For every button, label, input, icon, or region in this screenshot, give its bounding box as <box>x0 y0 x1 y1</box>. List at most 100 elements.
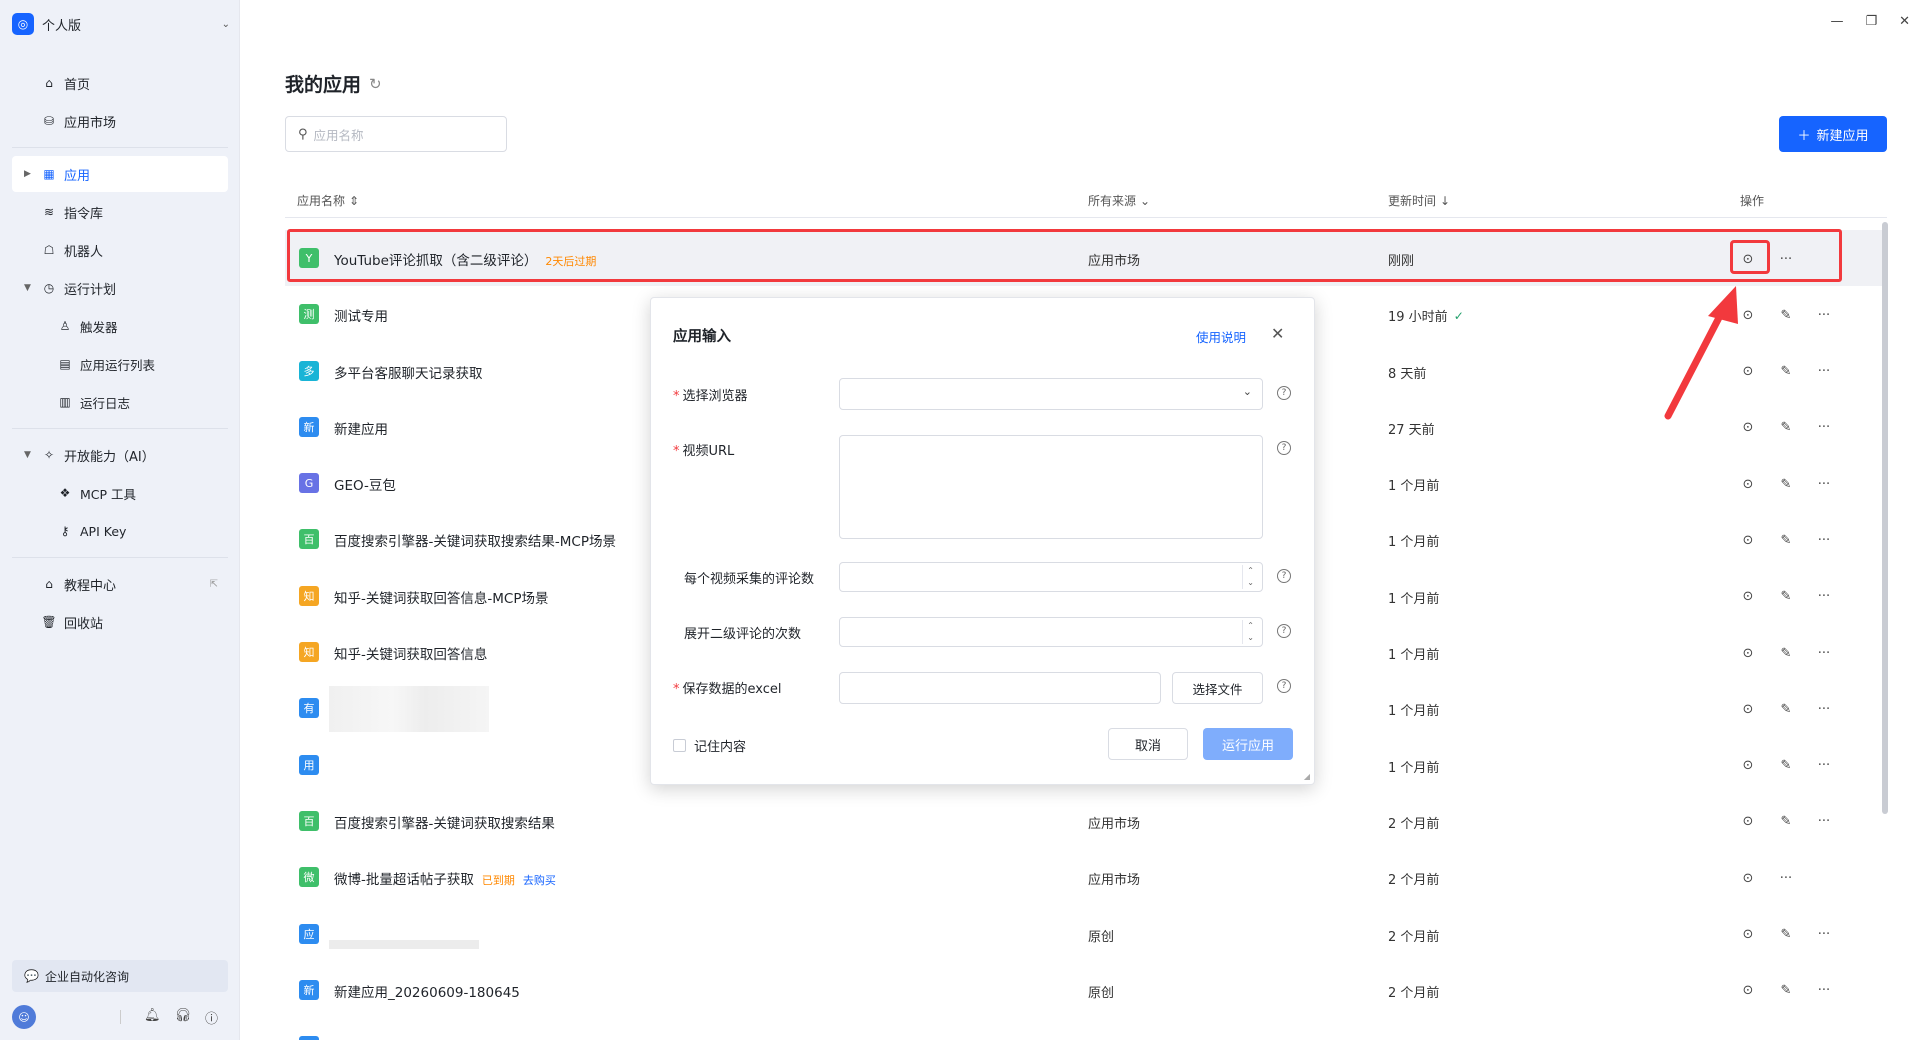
choose-file-button[interactable]: 选择文件 <box>1172 672 1263 704</box>
app-name[interactable]: 百度搜索引擎器-关键词获取搜索结果 <box>334 812 555 832</box>
column-name[interactable]: 应用名称 ⇕ <box>297 192 359 209</box>
app-name[interactable]: GEO-豆包 <box>334 474 396 494</box>
sidebar-item-api-key[interactable]: ⚷ API Key <box>12 513 228 549</box>
more-icon[interactable]: ··· <box>1775 867 1797 889</box>
sidebar-item-tutorials[interactable]: ⌂ 教程中心 ⇱ <box>12 566 228 602</box>
stepper-arrows-icon[interactable]: ⌃ ⌄ <box>1242 565 1254 589</box>
run-app-button[interactable]: 运行应用 <box>1203 728 1293 760</box>
column-updated[interactable]: 更新时间 ↓ <box>1388 192 1450 209</box>
more-icon[interactable]: ··· <box>1813 698 1835 720</box>
play-icon[interactable]: ⊙ <box>1737 1036 1759 1040</box>
sidebar-item-market[interactable]: ⛁ 应用市场 <box>12 103 228 139</box>
play-icon[interactable]: ⊙ <box>1737 586 1759 608</box>
search-input[interactable]: ⚲ 应用名称 <box>285 116 507 152</box>
more-icon[interactable]: ··· <box>1813 642 1835 664</box>
usage-guide-link[interactable]: 使用说明 <box>1196 327 1246 346</box>
app-name[interactable]: 百度搜索引擎器-关键词获取搜索结果-MCP场景 <box>334 530 616 550</box>
table-row[interactable]: 应 原创 2 个月前 ⊙ ✎ ··· <box>285 906 1887 962</box>
more-icon[interactable]: ··· <box>1813 1036 1835 1040</box>
comment-count-stepper[interactable]: ⌃ ⌄ <box>839 562 1263 592</box>
edit-icon[interactable]: ✎ <box>1775 642 1797 664</box>
sidebar-item-trash[interactable]: 🗑 回收站 <box>12 604 228 640</box>
edit-icon[interactable]: ✎ <box>1775 1036 1797 1040</box>
help-icon[interactable]: ? <box>1277 441 1291 455</box>
help-icon[interactable]: ? <box>1277 679 1291 693</box>
play-icon[interactable]: ⊙ <box>1737 642 1759 664</box>
help-icon[interactable]: ? <box>1277 624 1291 638</box>
checkbox[interactable] <box>673 739 686 752</box>
play-icon[interactable]: ⊙ <box>1737 755 1759 777</box>
app-name[interactable]: YouTube评论抓取（含二级评论） 2天后过期 <box>334 249 596 269</box>
table-row[interactable]: 新新建应用_20260528-102203原创3 个月前⊙✎··· <box>285 1018 1887 1040</box>
edit-icon[interactable]: ✎ <box>1775 361 1797 383</box>
headset-icon[interactable]: 🎧︎ <box>174 1008 191 1027</box>
sidebar-item-robots[interactable]: ☖ 机器人 <box>12 232 228 268</box>
more-icon[interactable]: ··· <box>1813 586 1835 608</box>
play-icon[interactable]: ⊙ <box>1737 698 1759 720</box>
sidebar-item-run-logs[interactable]: ▥ 运行日志 <box>12 384 228 420</box>
sidebar-item-run-list[interactable]: ▤ 应用运行列表 <box>12 346 228 382</box>
app-name[interactable]: 知乎-关键词获取回答信息 <box>334 643 487 663</box>
buy-link[interactable]: 去购买 <box>523 874 556 887</box>
browser-select[interactable]: ⌄ <box>839 378 1263 410</box>
app-name[interactable]: 新建应用 <box>334 418 388 438</box>
restore-icon[interactable]: ❐ <box>1865 14 1877 29</box>
table-row[interactable]: 新新建应用_20260609-180645 原创 2 个月前 ⊙ ✎ ··· <box>285 962 1887 1018</box>
edit-icon[interactable]: ✎ <box>1775 980 1797 1002</box>
edit-icon[interactable]: ✎ <box>1775 417 1797 439</box>
workspace-switcher[interactable]: ◎ 个人版 ⌄ <box>12 12 230 36</box>
cancel-button[interactable]: 取消 <box>1108 728 1188 760</box>
sidebar-item-mcp[interactable]: ❖ MCP 工具 <box>12 475 228 511</box>
play-icon[interactable]: ⊙ <box>1737 980 1759 1002</box>
close-icon[interactable]: ✕ <box>1271 324 1284 343</box>
video-url-textarea[interactable] <box>839 435 1263 539</box>
table-row[interactable]: Y YouTube评论抓取（含二级评论） 2天后过期 应用市场 刚刚 ⊙ ··· <box>285 230 1887 287</box>
close-icon[interactable]: ✕ <box>1899 14 1910 29</box>
help-icon[interactable]: ? <box>1277 386 1291 400</box>
help-icon[interactable]: ? <box>1277 569 1291 583</box>
app-name[interactable]: 新建应用_20260609-180645 <box>334 981 520 1001</box>
more-icon[interactable]: ··· <box>1775 248 1797 270</box>
more-icon[interactable]: ··· <box>1813 473 1835 495</box>
refresh-icon[interactable]: ↻ <box>369 75 382 93</box>
avatar[interactable]: ☺ <box>12 1005 36 1029</box>
new-app-button[interactable]: ＋ 新建应用 <box>1779 116 1887 152</box>
play-icon[interactable]: ⊙ <box>1737 811 1759 833</box>
sidebar-item-schedule[interactable]: ▼ ◷ 运行计划 <box>12 270 228 306</box>
play-icon[interactable]: ⊙ <box>1737 473 1759 495</box>
help-icon[interactable]: ⓘ <box>205 1008 218 1027</box>
more-icon[interactable]: ··· <box>1813 755 1835 777</box>
excel-path-input[interactable] <box>839 672 1161 704</box>
sidebar-item-apps[interactable]: ▶ ▦ 应用 <box>12 156 228 192</box>
edit-icon[interactable]: ✎ <box>1775 811 1797 833</box>
resize-handle-icon[interactable]: ◢ <box>1304 772 1310 781</box>
minimize-icon[interactable]: — <box>1830 14 1843 29</box>
remember-checkbox[interactable]: 记住内容 <box>673 736 746 755</box>
stepper-arrows-icon[interactable]: ⌃ ⌄ <box>1242 620 1254 644</box>
table-row[interactable]: 百百度搜索引擎器-关键词获取搜索结果 应用市场 2 个月前 ⊙ ✎ ··· <box>285 793 1887 849</box>
more-icon[interactable]: ··· <box>1813 811 1835 833</box>
edit-icon[interactable]: ✎ <box>1775 473 1797 495</box>
edit-icon[interactable]: ✎ <box>1775 755 1797 777</box>
more-icon[interactable]: ··· <box>1813 924 1835 946</box>
play-icon[interactable]: ⊙ <box>1737 867 1759 889</box>
more-icon[interactable]: ··· <box>1813 417 1835 439</box>
app-name[interactable]: 知乎-关键词获取回答信息-MCP场景 <box>334 587 548 607</box>
edit-icon[interactable]: ✎ <box>1775 529 1797 551</box>
more-icon[interactable]: ··· <box>1813 529 1835 551</box>
edit-icon[interactable]: ✎ <box>1775 304 1797 326</box>
scrollbar[interactable] <box>1882 222 1888 814</box>
more-icon[interactable]: ··· <box>1813 980 1835 1002</box>
consult-button[interactable]: 💬 企业自动化咨询 <box>12 960 228 992</box>
sidebar-item-commands[interactable]: ≋ 指令库 <box>12 194 228 230</box>
more-icon[interactable]: ··· <box>1813 304 1835 326</box>
edit-icon[interactable]: ✎ <box>1775 698 1797 720</box>
play-icon[interactable]: ⊙ <box>1737 248 1759 270</box>
bell-icon[interactable]: 🔔︎ <box>144 1008 161 1027</box>
play-icon[interactable]: ⊙ <box>1737 529 1759 551</box>
sidebar-item-open-ai[interactable]: ▼ ✧ 开放能力（AI） <box>12 437 228 473</box>
play-icon[interactable]: ⊙ <box>1737 924 1759 946</box>
table-row[interactable]: 微微博-批量超话帖子获取 已到期 去购买 应用市场 2 个月前 ⊙ ··· <box>285 849 1887 905</box>
expand-count-stepper[interactable]: ⌃ ⌄ <box>839 617 1263 647</box>
app-name[interactable]: 多平台客服聊天记录获取 <box>334 362 483 382</box>
